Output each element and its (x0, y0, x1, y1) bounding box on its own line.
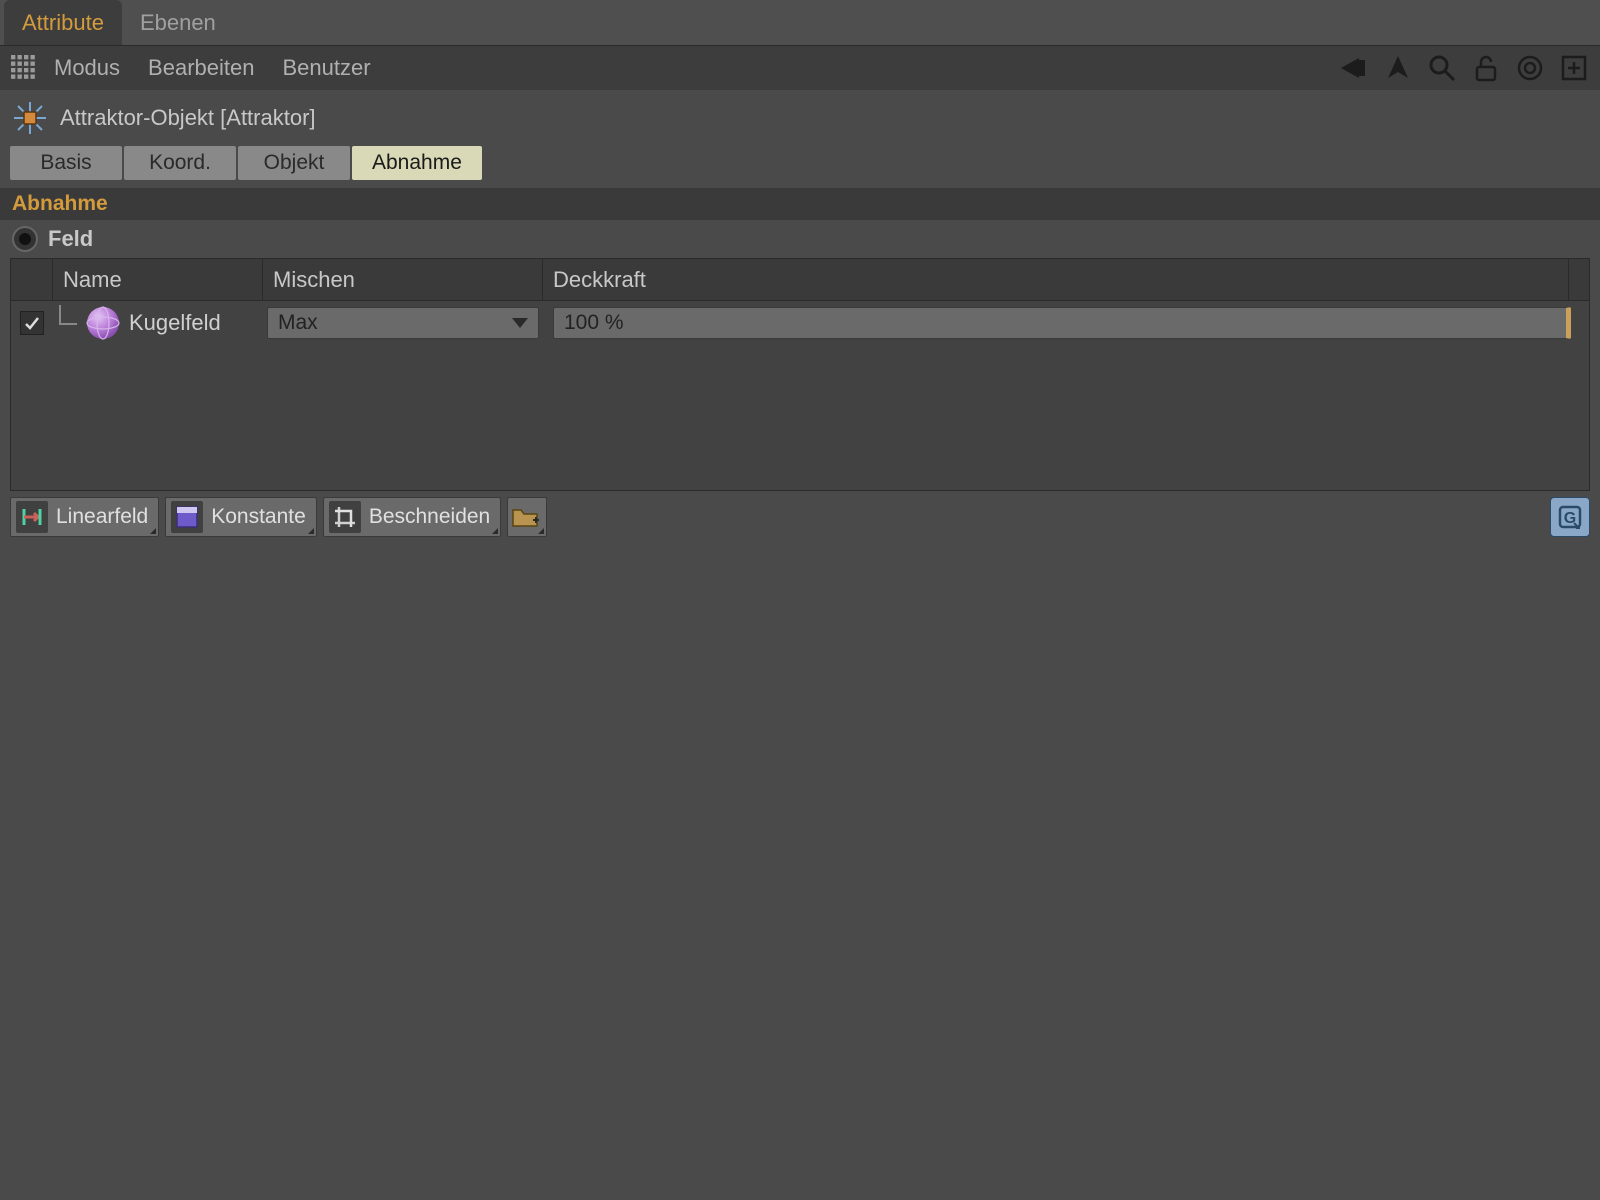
chevron-down-icon (512, 318, 528, 328)
nav-up-icon[interactable] (1382, 52, 1414, 84)
menubar: Modus Bearbeiten Benutzer (0, 45, 1600, 90)
opacity-input[interactable]: 100 % (553, 307, 1571, 339)
object-title: Attraktor-Objekt [Attraktor] (60, 105, 316, 131)
subtab-abnahme[interactable]: Abnahme (352, 146, 482, 180)
row-name-label: Kugelfeld (129, 310, 221, 336)
subtab-basis[interactable]: Basis (10, 146, 122, 180)
feld-row: Feld (0, 220, 1600, 258)
attractor-icon (10, 98, 50, 138)
beschneiden-icon (329, 501, 361, 533)
beschneiden-label: Beschneiden (369, 505, 490, 529)
col-tail (1569, 259, 1589, 300)
lock-icon[interactable] (1470, 52, 1502, 84)
section-header-abnahme: Abnahme (0, 188, 1600, 220)
sphere-field-icon (85, 305, 121, 341)
menu-benutzer[interactable]: Benutzer (282, 55, 370, 81)
opacity-value: 100 % (564, 311, 624, 335)
linearfeld-button[interactable]: Linearfeld (10, 497, 159, 537)
konstante-icon (171, 501, 203, 533)
fields-table: Name Mischen Deckkraft (10, 258, 1590, 491)
subtab-koord[interactable]: Koord. (124, 146, 236, 180)
linearfeld-icon (16, 501, 48, 533)
feld-radio[interactable] (12, 226, 38, 252)
cell-opacity: 100 % (543, 307, 1575, 339)
tab-attribute[interactable]: Attribute (4, 0, 122, 45)
table-row[interactable]: Kugelfeld Max 100 % (11, 301, 1589, 345)
subtab-objekt[interactable]: Objekt (238, 146, 350, 180)
tab-ebenen[interactable]: Ebenen (122, 0, 234, 45)
folder-add-button[interactable] (507, 497, 547, 537)
menu-bearbeiten[interactable]: Bearbeiten (148, 55, 254, 81)
view-grid-icon[interactable] (10, 54, 38, 82)
cell-blend: Max (263, 307, 543, 339)
col-blend: Mischen (263, 259, 543, 300)
group-icon: G (1556, 503, 1584, 531)
sub-tabs: Basis Koord. Objekt Abnahme (0, 146, 1600, 188)
konstante-label: Konstante (211, 505, 306, 529)
col-opacity: Deckkraft (543, 259, 1569, 300)
table-header: Name Mischen Deckkraft (11, 259, 1589, 301)
beschneiden-button[interactable]: Beschneiden (323, 497, 501, 537)
target-icon[interactable] (1514, 52, 1546, 84)
cell-name[interactable]: Kugelfeld (53, 305, 263, 341)
feld-label: Feld (48, 226, 93, 252)
menubar-right (1338, 52, 1590, 84)
folder-add-icon (511, 504, 541, 530)
bottom-toolbar: Linearfeld Konstante Beschneiden G (0, 491, 1600, 547)
blend-value: Max (278, 311, 318, 335)
add-icon[interactable] (1558, 52, 1590, 84)
search-icon[interactable] (1426, 52, 1458, 84)
tree-elbow-icon (59, 305, 77, 325)
object-title-row: Attraktor-Objekt [Attraktor] (0, 90, 1600, 146)
table-empty-area[interactable] (11, 345, 1589, 490)
panel-tabs: Attribute Ebenen (0, 0, 1600, 45)
nav-back-icon[interactable] (1338, 52, 1370, 84)
col-name: Name (53, 259, 263, 300)
row-enable-checkbox[interactable] (11, 311, 53, 335)
linearfeld-label: Linearfeld (56, 505, 148, 529)
col-enable (11, 259, 53, 300)
blend-dropdown[interactable]: Max (267, 307, 539, 339)
menu-modus[interactable]: Modus (54, 55, 120, 81)
konstante-button[interactable]: Konstante (165, 497, 317, 537)
group-button[interactable]: G (1550, 497, 1590, 537)
